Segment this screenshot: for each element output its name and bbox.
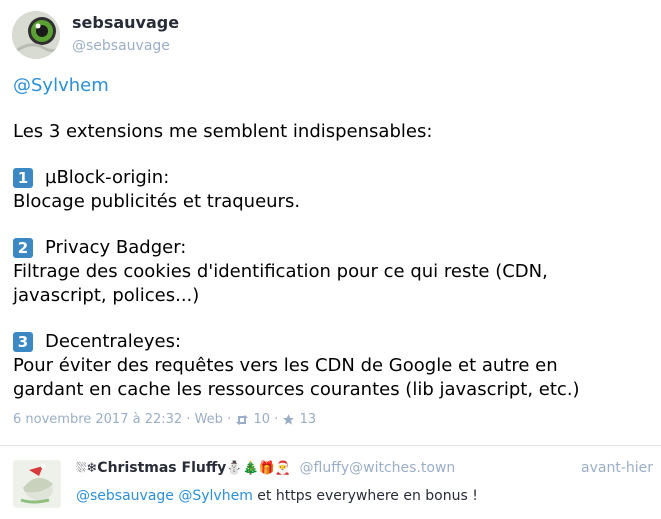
eye-avatar-image — [12, 11, 60, 59]
mention-link[interactable]: @Sylvhem — [13, 75, 109, 96]
status-application: Web — [194, 412, 223, 427]
reply-mention-sebsauvage[interactable]: @sebsauvage — [76, 488, 174, 504]
item-3-description-line1: Pour éviter des requêtes vers les CDN de… — [13, 355, 558, 376]
keycap-3-icon: 3 — [13, 332, 33, 352]
status-meta: 6 novembre 2017 à 22:32 · Web · 10 · 13 — [13, 412, 316, 427]
status-timestamp[interactable]: 6 novembre 2017 à 22:32 — [13, 412, 182, 427]
retweet-icon[interactable] — [235, 414, 249, 426]
item-3-description-line2: gardant en cache les ressources courante… — [13, 379, 580, 400]
status-detail: sebsauvage @sebsauvage @Sylvhem Les 3 ex… — [0, 0, 661, 519]
meta-separator: · — [274, 412, 279, 427]
meta-separator: · — [186, 412, 191, 427]
reply-display-name[interactable]: Christmas Fluffy — [97, 460, 226, 476]
bird-avatar-image — [13, 460, 61, 508]
item-1-title: 1 µBlock-origin: — [13, 166, 653, 190]
author-avatar[interactable] — [12, 11, 60, 59]
reply-author[interactable]: ⛆❄Christmas Fluffy⛄🎄🎁🎅 @fluffy@witches.t… — [76, 460, 455, 476]
status-content: @Sylvhem Les 3 extensions me semblent in… — [13, 74, 653, 402]
keycap-2-icon: 2 — [13, 238, 33, 258]
author-handle[interactable]: @sebsauvage — [72, 38, 170, 54]
reply-handle[interactable]: @fluffy@witches.town — [300, 460, 456, 476]
boost-count[interactable]: 10 — [254, 412, 271, 427]
intro-text: Les 3 extensions me semblent indispensab… — [13, 121, 433, 142]
star-icon[interactable] — [282, 413, 295, 426]
item-2-description-line1: Filtrage des cookies d'identification po… — [13, 261, 548, 282]
reply-avatar[interactable] — [13, 460, 61, 508]
reply-timestamp[interactable]: avant-hier — [581, 460, 653, 476]
item-1-description: Blocage publicités et traqueurs. — [13, 191, 301, 212]
item-3-title: 3 Decentraleyes: — [13, 330, 653, 354]
reply-mention-sylvhem[interactable]: @Sylvhem — [178, 488, 252, 504]
favourite-count[interactable]: 13 — [300, 412, 317, 427]
snow-emoji-icon: ⛆❄ — [76, 461, 98, 476]
divider — [0, 445, 661, 446]
meta-separator: · — [227, 412, 232, 427]
item-2-description-line2: javascript, polices...) — [13, 285, 200, 306]
keycap-1-icon: 1 — [13, 168, 33, 188]
reply-text: et https everywhere en bonus ! — [252, 488, 478, 504]
christmas-emoji-icon: ⛄🎄🎁🎅 — [226, 461, 292, 476]
reply-content: @sebsauvage @Sylvhem et https everywhere… — [76, 488, 478, 504]
item-2-title: 2 Privacy Badger: — [13, 236, 653, 260]
author-display-name[interactable]: sebsauvage — [72, 13, 179, 32]
